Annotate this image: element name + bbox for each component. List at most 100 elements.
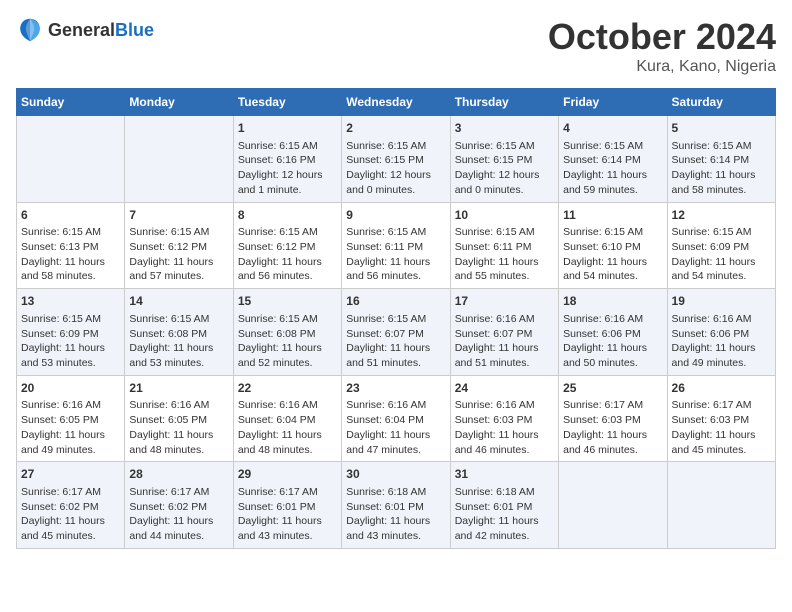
week-row-2: 6Sunrise: 6:15 AM Sunset: 6:13 PM Daylig… [17, 202, 776, 289]
calendar-cell: 20Sunrise: 6:16 AM Sunset: 6:05 PM Dayli… [17, 375, 125, 462]
day-content: Sunrise: 6:16 AM Sunset: 6:06 PM Dayligh… [672, 312, 771, 371]
day-number: 18 [563, 293, 662, 310]
calendar-cell: 7Sunrise: 6:15 AM Sunset: 6:12 PM Daylig… [125, 202, 233, 289]
day-content: Sunrise: 6:18 AM Sunset: 6:01 PM Dayligh… [346, 485, 445, 544]
logo-blue: Blue [115, 20, 154, 40]
day-number: 26 [672, 380, 771, 397]
day-number: 29 [238, 466, 337, 483]
calendar-cell: 17 Sunrise: 6:16 AM Sunset: 6:07 PM Dayli… [450, 289, 558, 376]
day-number: 27 [21, 466, 120, 483]
day-content: Sunrise: 6:15 AM Sunset: 6:10 PM Dayligh… [563, 225, 662, 284]
calendar-cell: 31 Sunrise: 6:18 AM Sunset: 6:01 PM Dayli… [450, 462, 558, 549]
day-content: Sunrise: 6:15 AM Sunset: 6:09 PM Dayligh… [21, 312, 120, 371]
day-number: 12 [672, 207, 771, 224]
week-row-5: 27 Sunrise: 6:17 AM Sunset: 6:02 PM Dayli… [17, 462, 776, 549]
day-content: Sunrise: 6:16 AM Sunset: 6:04 PM Dayligh… [238, 398, 337, 457]
logo-icon [16, 16, 44, 44]
calendar-header-row: SundayMondayTuesdayWednesdayThursdayFrid… [17, 89, 776, 116]
day-content: Sunrise: 6:17 AM Sunset: 6:01 PM Dayligh… [238, 485, 337, 544]
day-content: Sunrise: 6:15 AM Sunset: 6:14 PM Dayligh… [672, 139, 771, 198]
day-number: 23 [346, 380, 445, 397]
calendar-cell: 6Sunrise: 6:15 AM Sunset: 6:13 PM Daylig… [17, 202, 125, 289]
calendar-cell: 8Sunrise: 6:15 AM Sunset: 6:12 PM Daylig… [233, 202, 341, 289]
day-content: Sunrise: 6:17 AM Sunset: 6:02 PM Dayligh… [129, 485, 228, 544]
day-content: Sunrise: 6:15 AM Sunset: 6:13 PM Dayligh… [21, 225, 120, 284]
day-content: Sunrise: 6:15 AM Sunset: 6:09 PM Dayligh… [672, 225, 771, 284]
day-number: 20 [21, 380, 120, 397]
calendar-cell: 24Sunrise: 6:16 AM Sunset: 6:03 PM Dayli… [450, 375, 558, 462]
day-content: Sunrise: 6:18 AM Sunset: 6:01 PM Dayligh… [455, 485, 554, 544]
calendar-cell: 21Sunrise: 6:16 AM Sunset: 6:05 PM Dayli… [125, 375, 233, 462]
day-number: 13 [21, 293, 120, 310]
day-number: 17 [455, 293, 554, 310]
month-title: October 2024 [548, 16, 776, 58]
page-header: GeneralBlue October 2024 Kura, Kano, Nig… [16, 16, 776, 76]
calendar-cell: 30 Sunrise: 6:18 AM Sunset: 6:01 PM Dayli… [342, 462, 450, 549]
day-number: 31 [455, 466, 554, 483]
day-number: 15 [238, 293, 337, 310]
day-content: Sunrise: 6:15 AM Sunset: 6:14 PM Dayligh… [563, 139, 662, 198]
day-number: 8 [238, 207, 337, 224]
calendar-cell [559, 462, 667, 549]
calendar-cell: 16 Sunrise: 6:15 AM Sunset: 6:07 PM Dayli… [342, 289, 450, 376]
calendar-cell: 12Sunrise: 6:15 AM Sunset: 6:09 PM Dayli… [667, 202, 775, 289]
calendar-cell: 3Sunrise: 6:15 AM Sunset: 6:15 PM Daylig… [450, 116, 558, 203]
day-content: Sunrise: 6:16 AM Sunset: 6:04 PM Dayligh… [346, 398, 445, 457]
day-content: Sunrise: 6:17 AM Sunset: 6:03 PM Dayligh… [672, 398, 771, 457]
day-number: 19 [672, 293, 771, 310]
day-content: Sunrise: 6:15 AM Sunset: 6:12 PM Dayligh… [129, 225, 228, 284]
col-header-friday: Friday [559, 89, 667, 116]
day-number: 6 [21, 207, 120, 224]
day-content: Sunrise: 6:15 AM Sunset: 6:08 PM Dayligh… [129, 312, 228, 371]
day-number: 30 [346, 466, 445, 483]
calendar-cell [667, 462, 775, 549]
calendar-cell: 5Sunrise: 6:15 AM Sunset: 6:14 PM Daylig… [667, 116, 775, 203]
calendar-cell: 11Sunrise: 6:15 AM Sunset: 6:10 PM Dayli… [559, 202, 667, 289]
logo-general: General [48, 20, 115, 40]
day-content: Sunrise: 6:15 AM Sunset: 6:12 PM Dayligh… [238, 225, 337, 284]
week-row-3: 13 Sunrise: 6:15 AM Sunset: 6:09 PM Dayli… [17, 289, 776, 376]
day-number: 1 [238, 120, 337, 137]
day-number: 28 [129, 466, 228, 483]
col-header-wednesday: Wednesday [342, 89, 450, 116]
logo-text: GeneralBlue [48, 20, 154, 41]
day-number: 7 [129, 207, 228, 224]
title-block: October 2024 Kura, Kano, Nigeria [548, 16, 776, 76]
day-number: 2 [346, 120, 445, 137]
day-content: Sunrise: 6:16 AM Sunset: 6:05 PM Dayligh… [129, 398, 228, 457]
day-content: Sunrise: 6:15 AM Sunset: 6:11 PM Dayligh… [455, 225, 554, 284]
col-header-monday: Monday [125, 89, 233, 116]
calendar-cell: 14 Sunrise: 6:15 AM Sunset: 6:08 PM Dayli… [125, 289, 233, 376]
week-row-1: 1 Sunrise: 6:15 AM Sunset: 6:16 PM Daylig… [17, 116, 776, 203]
week-row-4: 20 Sunrise: 6:16 AM Sunset: 6:05 PM Dayli… [17, 375, 776, 462]
calendar-table: SundayMondayTuesdayWednesdayThursdayFrid… [16, 88, 776, 549]
day-content: Sunrise: 6:17 AM Sunset: 6:03 PM Dayligh… [563, 398, 662, 457]
day-number: 24 [455, 380, 554, 397]
day-content: Sunrise: 6:16 AM Sunset: 6:06 PM Dayligh… [563, 312, 662, 371]
calendar-cell: 22Sunrise: 6:16 AM Sunset: 6:04 PM Dayli… [233, 375, 341, 462]
calendar-cell: 18 Sunrise: 6:16 AM Sunset: 6:06 PM Dayli… [559, 289, 667, 376]
day-number: 25 [563, 380, 662, 397]
col-header-tuesday: Tuesday [233, 89, 341, 116]
calendar-cell: 15 Sunrise: 6:15 AM Sunset: 6:08 PM Dayli… [233, 289, 341, 376]
calendar-cell: 13 Sunrise: 6:15 AM Sunset: 6:09 PM Dayli… [17, 289, 125, 376]
day-content: Sunrise: 6:15 AM Sunset: 6:16 PM Dayligh… [238, 139, 337, 198]
calendar-cell: 23Sunrise: 6:16 AM Sunset: 6:04 PM Dayli… [342, 375, 450, 462]
day-content: Sunrise: 6:15 AM Sunset: 6:15 PM Dayligh… [455, 139, 554, 198]
day-content: Sunrise: 6:15 AM Sunset: 6:11 PM Dayligh… [346, 225, 445, 284]
day-content: Sunrise: 6:15 AM Sunset: 6:07 PM Dayligh… [346, 312, 445, 371]
calendar-cell: 29 Sunrise: 6:17 AM Sunset: 6:01 PM Dayli… [233, 462, 341, 549]
day-number: 22 [238, 380, 337, 397]
day-content: Sunrise: 6:16 AM Sunset: 6:07 PM Dayligh… [455, 312, 554, 371]
day-number: 21 [129, 380, 228, 397]
day-number: 14 [129, 293, 228, 310]
day-content: Sunrise: 6:15 AM Sunset: 6:08 PM Dayligh… [238, 312, 337, 371]
day-number: 4 [563, 120, 662, 137]
calendar-cell: 4 Sunrise: 6:15 AM Sunset: 6:14 PM Daylig… [559, 116, 667, 203]
calendar-cell [125, 116, 233, 203]
calendar-cell: 25Sunrise: 6:17 AM Sunset: 6:03 PM Dayli… [559, 375, 667, 462]
calendar-cell [17, 116, 125, 203]
day-number: 16 [346, 293, 445, 310]
calendar-cell: 9Sunrise: 6:15 AM Sunset: 6:11 PM Daylig… [342, 202, 450, 289]
calendar-cell: 27Sunrise: 6:17 AM Sunset: 6:02 PM Dayli… [17, 462, 125, 549]
